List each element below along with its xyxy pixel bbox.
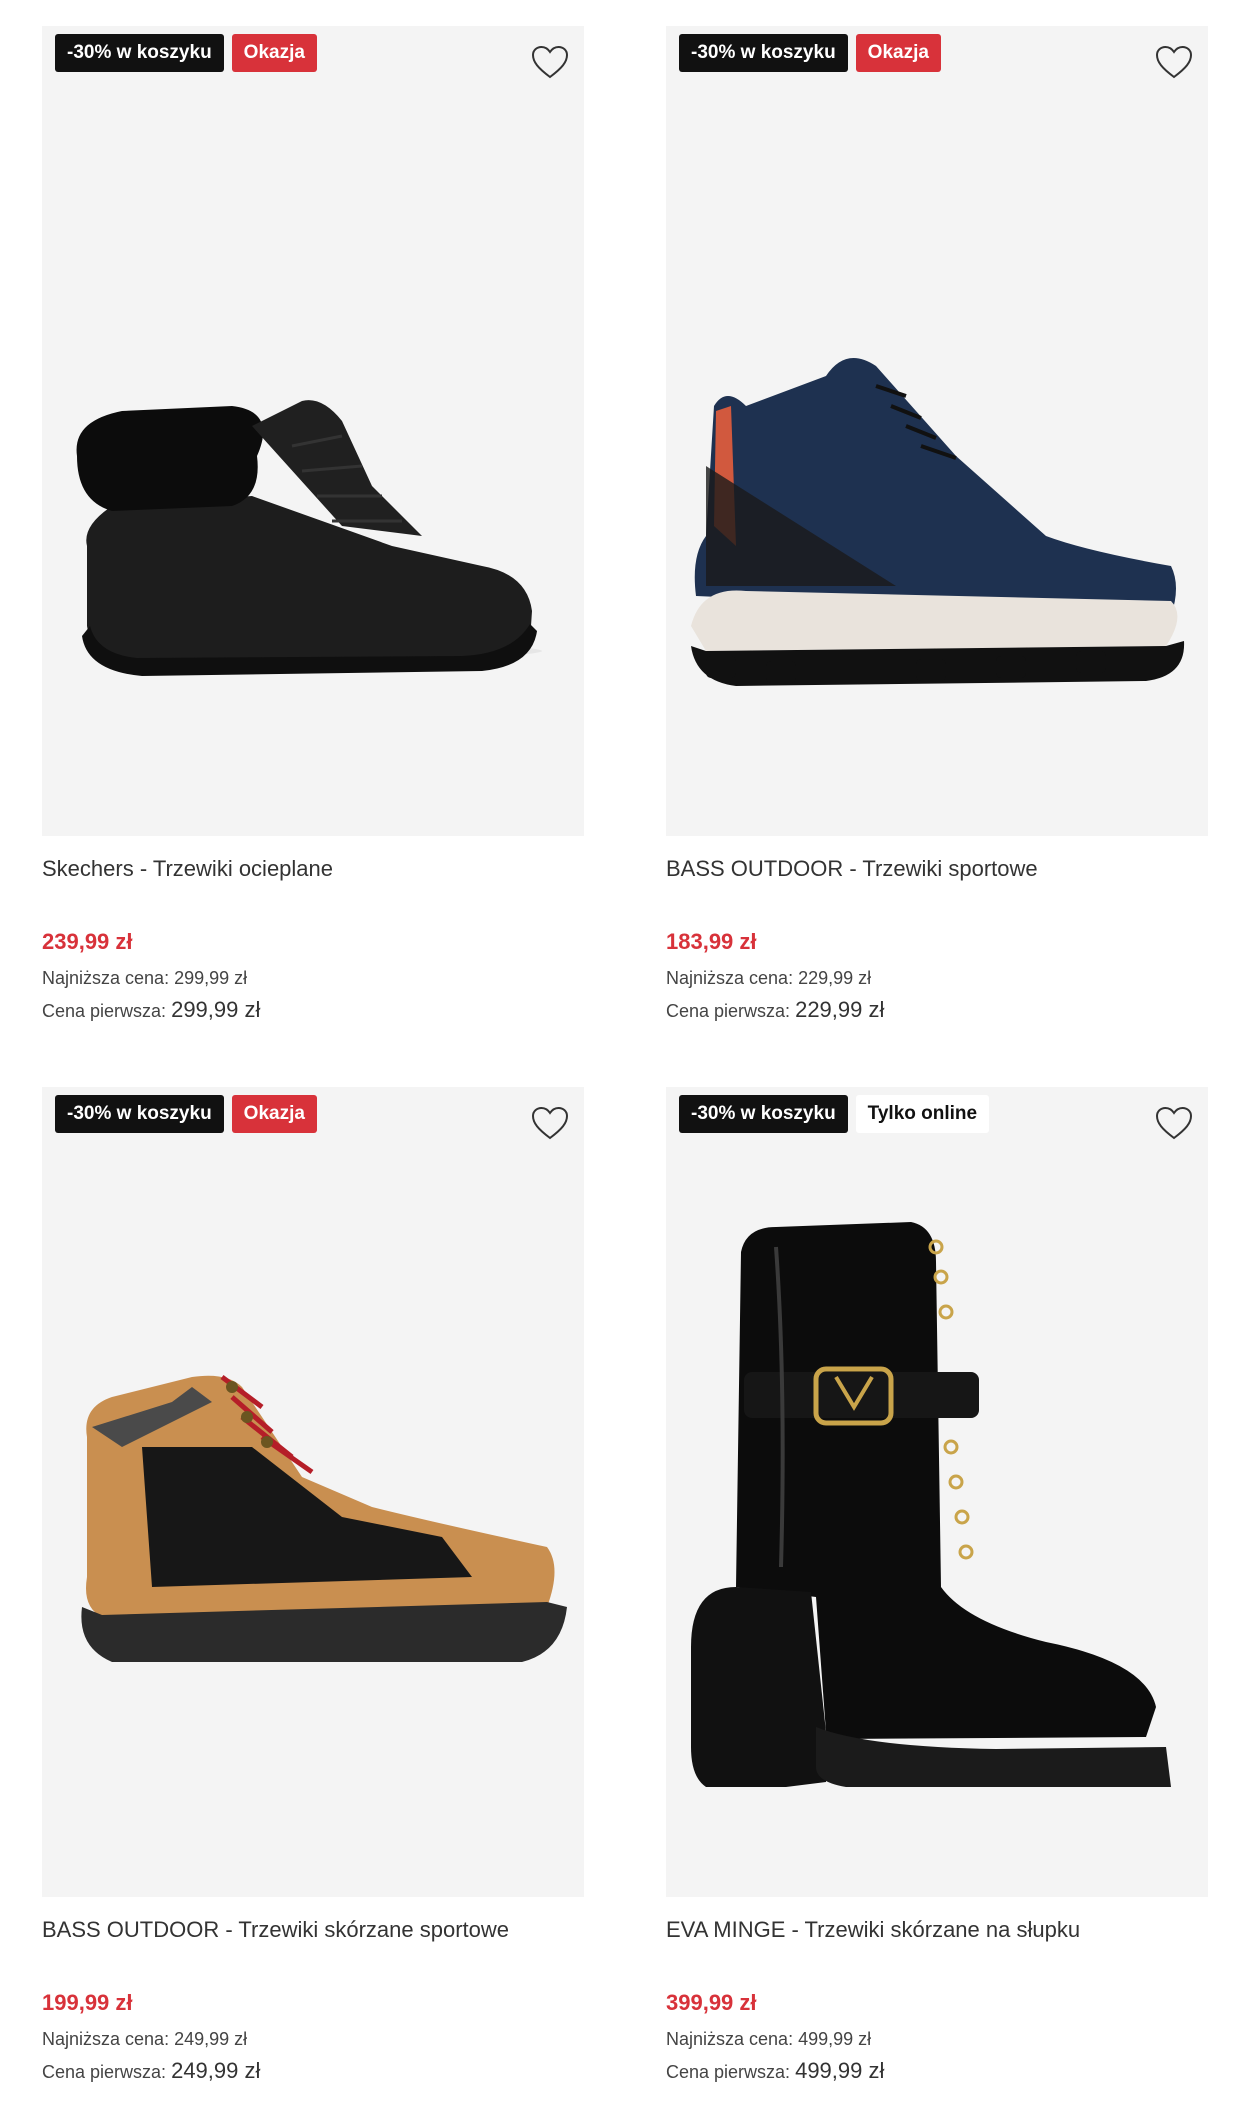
lowest-price: Najniższa cena: 249,99 zł: [42, 2029, 247, 2050]
product-title[interactable]: BASS OUTDOOR - Trzewiki skórzane sportow…: [42, 1917, 509, 1943]
lowest-price: Najniższa cena: 299,99 zł: [42, 968, 247, 989]
lowest-price-value: 229,99 zł: [798, 968, 872, 988]
first-price-label: Cena pierwsza:: [666, 1001, 791, 1021]
online-only-badge: Tylko online: [855, 1095, 990, 1133]
product-image-link[interactable]: -30% w koszyku Okazja: [42, 1087, 584, 1897]
lowest-price-label: Najniższa cena:: [666, 2029, 794, 2049]
heart-icon[interactable]: [1154, 1105, 1194, 1141]
lowest-price: Najniższa cena: 499,99 zł: [666, 2029, 871, 2050]
first-price: Cena pierwsza: 499,99 zł: [666, 2058, 884, 2084]
first-price: Cena pierwsza: 249,99 zł: [42, 2058, 260, 2084]
first-price-value: 249,99 zł: [171, 2058, 261, 2083]
badge-group: -30% w koszyku Okazja: [55, 1095, 317, 1133]
promo-badge: -30% w koszyku: [55, 34, 224, 72]
promo-badge: -30% w koszyku: [679, 1095, 848, 1133]
tan-hiking-boot-image: [81, 1375, 567, 1662]
product-price: 199,99 zł: [42, 1990, 133, 2015]
deal-badge: Okazja: [231, 1095, 317, 1133]
heart-icon[interactable]: [530, 1105, 570, 1141]
product-card[interactable]: -30% w koszyku Okazja BASS OUTDOOR - Trz…: [666, 26, 1208, 1056]
promo-badge: -30% w koszyku: [55, 1095, 224, 1133]
lowest-price-value: 499,99 zł: [798, 2029, 872, 2049]
product-image-link[interactable]: -30% w koszyku Okazja: [666, 26, 1208, 836]
lowest-price-label: Najniższa cena:: [42, 968, 170, 988]
product-title[interactable]: EVA MINGE - Trzewiki skórzane na słupku: [666, 1917, 1080, 1943]
first-price-label: Cena pierwsza:: [42, 1001, 167, 1021]
product-price: 183,99 zł: [666, 929, 757, 954]
first-price-value: 499,99 zł: [795, 2058, 885, 2083]
navy-hiking-sneaker-image: [691, 358, 1185, 686]
first-price: Cena pierwsza: 229,99 zł: [666, 997, 884, 1023]
product-title[interactable]: Skechers - Trzewiki ocieplane: [42, 856, 333, 882]
first-price-value: 299,99 zł: [171, 997, 261, 1022]
badge-group: -30% w koszyku Okazja: [679, 34, 941, 72]
product-price: 239,99 zł: [42, 929, 133, 954]
heart-icon[interactable]: [1154, 44, 1194, 80]
heart-icon[interactable]: [530, 44, 570, 80]
black-patent-heeled-boot-image: [691, 1222, 1171, 1787]
product-card[interactable]: -30% w koszyku Okazja Skechers - Trzewik…: [42, 26, 584, 1056]
lowest-price: Najniższa cena: 229,99 zł: [666, 968, 871, 989]
black-fur-sneaker-boot-image: [76, 400, 542, 676]
lowest-price-label: Najniższa cena:: [666, 968, 794, 988]
badge-group: -30% w koszyku Okazja: [55, 34, 317, 72]
product-title[interactable]: BASS OUTDOOR - Trzewiki sportowe: [666, 856, 1038, 882]
product-image-link[interactable]: -30% w koszyku Okazja: [42, 26, 584, 836]
product-card[interactable]: -30% w koszyku Tylko online EVA MINGE - …: [666, 1087, 1208, 2117]
first-price-label: Cena pierwsza:: [666, 2062, 791, 2082]
deal-badge: Okazja: [855, 34, 941, 72]
lowest-price-value: 299,99 zł: [174, 968, 248, 988]
product-price: 399,99 zł: [666, 1990, 757, 2015]
first-price-label: Cena pierwsza:: [42, 2062, 167, 2082]
first-price: Cena pierwsza: 299,99 zł: [42, 997, 260, 1023]
promo-badge: -30% w koszyku: [679, 34, 848, 72]
product-card[interactable]: -30% w koszyku Okazja BASS OUTDOOR - Trz…: [42, 1087, 584, 2117]
first-price-value: 229,99 zł: [795, 997, 885, 1022]
lowest-price-value: 249,99 zł: [174, 2029, 248, 2049]
product-grid: -30% w koszyku Okazja Skechers - Trzewik…: [0, 0, 1250, 2123]
badge-group: -30% w koszyku Tylko online: [679, 1095, 990, 1133]
product-image-link[interactable]: -30% w koszyku Tylko online: [666, 1087, 1208, 1897]
deal-badge: Okazja: [231, 34, 317, 72]
lowest-price-label: Najniższa cena:: [42, 2029, 170, 2049]
